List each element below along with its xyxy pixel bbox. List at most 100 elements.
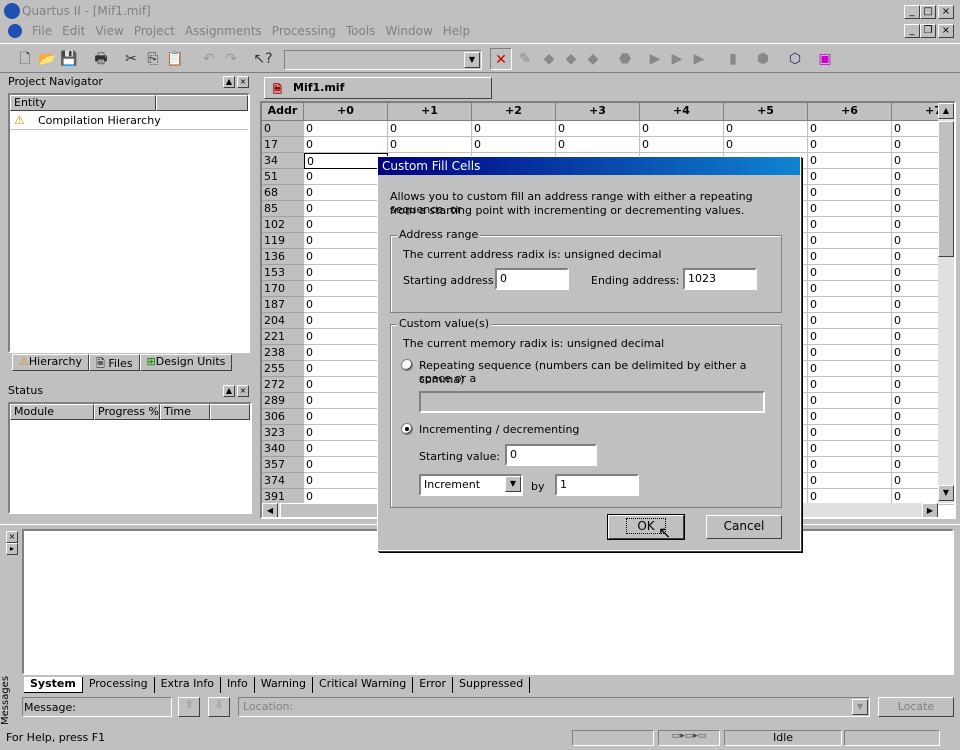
memory-cell[interactable]: 0 — [304, 201, 388, 217]
simulate-icon[interactable]: ▮ — [722, 48, 744, 70]
column-header[interactable]: +0 — [304, 103, 388, 121]
memory-cell[interactable]: 0 — [304, 265, 388, 281]
incrementing-label[interactable]: Incrementing / decrementing — [419, 423, 579, 436]
menu-file[interactable]: File — [32, 24, 52, 38]
memory-cell[interactable]: 0 — [808, 233, 892, 249]
memory-cell[interactable]: 0 — [304, 409, 388, 425]
memory-cell[interactable]: 0 — [808, 393, 892, 409]
memory-cell[interactable]: 0 — [808, 473, 892, 489]
memory-cell[interactable]: 0 — [388, 137, 472, 153]
nav-close-icon[interactable]: × — [237, 76, 249, 88]
hscroll-thumb[interactable] — [280, 503, 380, 517]
memory-cell[interactable]: 0 — [640, 121, 724, 137]
status-column-header-4[interactable] — [210, 404, 250, 420]
copy-icon[interactable]: ⎘ — [142, 48, 164, 70]
minimize-icon[interactable]: _ — [904, 5, 920, 19]
memory-cell[interactable]: 0 — [304, 345, 388, 361]
memory-cell[interactable]: 0 — [304, 361, 388, 377]
doc-restore-icon[interactable]: ❐ — [920, 24, 936, 38]
repeating-sequence-label-2[interactable]: comma) — [419, 373, 464, 386]
save-icon[interactable]: 💾 — [58, 48, 80, 70]
messages-close-icon[interactable]: × — [6, 531, 18, 543]
timing-icon[interactable]: ◆ — [582, 48, 604, 70]
tab-info[interactable]: Info — [219, 677, 254, 693]
status-close-icon[interactable]: × — [237, 385, 249, 397]
memory-cell[interactable]: 0 — [304, 121, 388, 137]
memory-cell[interactable]: 0 — [304, 441, 388, 457]
status-float-icon[interactable]: ▲ — [223, 385, 235, 397]
memory-cell[interactable]: 0 — [808, 153, 892, 169]
close-icon[interactable]: × — [938, 5, 954, 19]
repeating-sequence-label[interactable]: Repeating sequence (numbers can be delim… — [419, 359, 781, 385]
column-header[interactable]: +5 — [724, 103, 808, 121]
column-header[interactable]: +2 — [472, 103, 556, 121]
memory-cell[interactable]: 0 — [388, 121, 472, 137]
help-pointer-icon[interactable]: ↖? — [252, 48, 274, 70]
memory-cell[interactable]: 0 — [724, 137, 808, 153]
start-icon[interactable]: ▶ — [644, 48, 666, 70]
time-column-header[interactable]: Time — [160, 404, 210, 420]
assembler-icon[interactable]: ◆ — [560, 48, 582, 70]
starting-value-input[interactable]: 0 — [505, 444, 597, 466]
chevron-down-icon[interactable]: ▼ — [464, 52, 480, 68]
memory-cell[interactable]: 0 — [808, 329, 892, 345]
next-message-icon[interactable]: ⇩ — [208, 697, 230, 717]
memory-cell[interactable]: 0 — [808, 409, 892, 425]
step2-icon[interactable]: ▶ — [688, 48, 710, 70]
memory-cell[interactable]: 0 — [808, 185, 892, 201]
compile-icon[interactable]: ✕ — [490, 48, 512, 70]
by-input[interactable]: 1 — [555, 474, 639, 496]
ok-button[interactable]: OK — [607, 514, 685, 540]
location-combo[interactable]: Location: ▼ — [238, 697, 870, 717]
memory-cell[interactable]: 0 — [808, 377, 892, 393]
memory-cell[interactable]: 0 — [808, 249, 892, 265]
memory-cell[interactable]: 0 — [808, 457, 892, 473]
memory-cell[interactable]: 0 — [304, 169, 388, 185]
doc-close-icon[interactable]: × — [938, 24, 954, 38]
column-header[interactable]: +3 — [556, 103, 640, 121]
memory-cell[interactable]: 0 — [304, 457, 388, 473]
memory-cell[interactable]: 0 — [304, 297, 388, 313]
increment-select[interactable]: Increment ▼ — [419, 474, 523, 496]
menu-view[interactable]: View — [95, 24, 123, 38]
tab-design-units[interactable]: ⊞Design Units — [139, 354, 233, 371]
memory-cell[interactable]: 0 — [472, 137, 556, 153]
scroll-left-icon[interactable]: ◀ — [262, 503, 278, 517]
tab-files[interactable]: 🗎 Files — [89, 354, 140, 371]
memory-cell[interactable]: 0 — [808, 361, 892, 377]
progress-column-header[interactable]: Progress % — [94, 404, 160, 420]
ending-address-input[interactable]: 1023 — [683, 268, 757, 290]
memory-cell[interactable]: 0 — [304, 329, 388, 345]
doc-minimize-icon[interactable]: _ — [904, 24, 920, 38]
memory-cell[interactable]: 0 — [808, 217, 892, 233]
new-icon[interactable]: 🗋 — [14, 48, 36, 70]
repeating-sequence-input[interactable] — [419, 391, 765, 413]
memory-cell[interactable]: 0 — [808, 297, 892, 313]
undo-icon[interactable]: ↶ — [198, 48, 220, 70]
scroll-thumb[interactable] — [938, 121, 954, 257]
column-header[interactable]: +1 — [388, 103, 472, 121]
memory-cell[interactable]: 0 — [304, 217, 388, 233]
memory-cell[interactable]: 0 — [304, 473, 388, 489]
vertical-scrollbar[interactable]: ▲ ▼ — [938, 103, 954, 503]
open-icon[interactable]: 📂 — [36, 48, 58, 70]
tab-processing[interactable]: Processing — [81, 677, 154, 693]
memory-cell[interactable]: 0 — [304, 393, 388, 409]
memory-cell[interactable]: 0 — [808, 169, 892, 185]
memory-cell[interactable]: 0 — [808, 201, 892, 217]
analysis-icon[interactable]: ✎ — [514, 48, 536, 70]
stop-icon[interactable]: ⬣ — [614, 48, 636, 70]
memory-cell[interactable]: 0 — [808, 137, 892, 153]
memory-cell[interactable]: 0 — [640, 137, 724, 153]
addr-column-header[interactable]: Addr — [262, 103, 304, 121]
memory-cell[interactable]: 0 — [556, 137, 640, 153]
starting-address-input[interactable]: 0 — [495, 268, 569, 290]
menu-tools[interactable]: Tools — [346, 24, 376, 38]
entity-column-header[interactable]: Entity — [10, 95, 156, 111]
tab-hierarchy[interactable]: ⚠Hierarchy — [12, 354, 90, 371]
memory-cell[interactable]: 0 — [808, 121, 892, 137]
menu-assignments[interactable]: Assignments — [185, 24, 262, 38]
fitter-icon[interactable]: ◆ — [538, 48, 560, 70]
memory-cell[interactable]: 0 — [304, 249, 388, 265]
paste-icon[interactable]: 📋 — [164, 48, 186, 70]
